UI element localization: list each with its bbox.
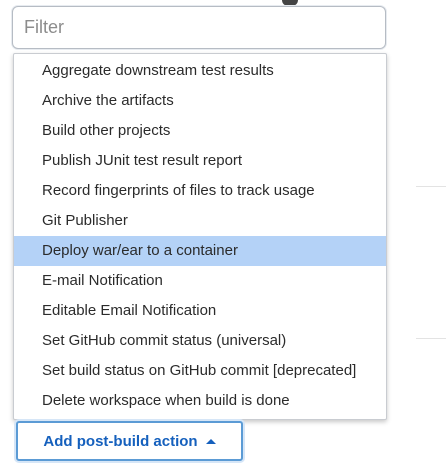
add-post-build-action-button[interactable]: Add post-build action (16, 421, 243, 461)
background-divider (416, 338, 446, 339)
background-divider (416, 186, 446, 187)
add-post-build-action-label: Add post-build action (43, 432, 198, 450)
menu-item-build-other-projects[interactable]: Build other projects (14, 116, 386, 146)
menu-item-git-publisher[interactable]: Git Publisher (14, 206, 386, 236)
filter-input[interactable] (13, 7, 385, 48)
filter-box (12, 6, 386, 49)
menu-item-record-fingerprints[interactable]: Record fingerprints of files to track us… (14, 176, 386, 206)
caret-up-icon (205, 438, 216, 444)
page: Aggregate downstream test results Archiv… (0, 0, 446, 470)
menu-item-email-notification[interactable]: E-mail Notification (14, 266, 386, 296)
menu-item-editable-email-notification[interactable]: Editable Email Notification (14, 296, 386, 326)
menu-item-aggregate-downstream-test-results[interactable]: Aggregate downstream test results (14, 56, 386, 86)
menu-item-deploy-war-ear-to-container[interactable]: Deploy war/ear to a container (14, 236, 386, 266)
menu-item-publish-junit-test-result-report[interactable]: Publish JUnit test result report (14, 146, 386, 176)
menu-item-archive-the-artifacts[interactable]: Archive the artifacts (14, 86, 386, 116)
post-build-action-menu: Aggregate downstream test results Archiv… (13, 53, 387, 420)
menu-item-set-github-commit-status[interactable]: Set GitHub commit status (universal) (14, 326, 386, 356)
menu-item-set-build-status-on-github-commit[interactable]: Set build status on GitHub commit [depre… (14, 356, 386, 386)
menu-item-delete-workspace[interactable]: Delete workspace when build is done (14, 386, 386, 416)
